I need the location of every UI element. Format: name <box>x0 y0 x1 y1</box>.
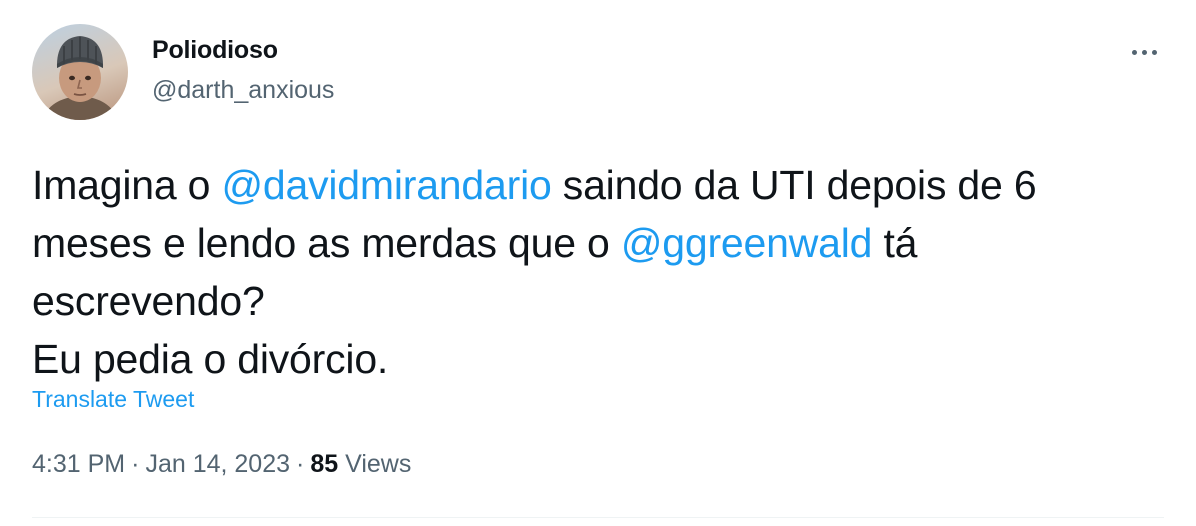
author-avatar[interactable] <box>32 24 128 120</box>
more-options-icon[interactable] <box>1124 40 1164 64</box>
views-count[interactable]: 85 <box>310 450 338 478</box>
translate-tweet-link[interactable]: Translate Tweet <box>32 386 194 413</box>
mention-link-davidmirandario[interactable]: @davidmirandario <box>221 162 551 208</box>
tweet-time[interactable]: 4:31 PM <box>32 450 125 478</box>
tweet-card: Poliodioso @darth_anxious Imagina o @dav… <box>0 0 1196 526</box>
author-handle[interactable]: @darth_anxious <box>152 76 334 105</box>
text-segment: saindo da UTI depois de 6 <box>551 162 1037 208</box>
dot <box>1151 49 1157 55</box>
separator: · <box>296 450 305 478</box>
dot <box>1141 49 1147 55</box>
tweet-date[interactable]: Jan 14, 2023 <box>145 450 290 478</box>
mention-link-ggreenwald[interactable]: @ggreenwald <box>621 220 873 266</box>
text-segment: meses e lendo as merdas que o <box>32 220 621 266</box>
tweet-line-4: Eu pedia o divórcio. <box>32 336 389 382</box>
views-label[interactable]: Views <box>345 450 411 478</box>
tweet-line-2: meses e lendo as merdas que o @ggreenwal… <box>32 214 1172 272</box>
text-segment: Imagina o <box>32 162 222 208</box>
tweet-metadata: 4:31 PM · Jan 14, 2023 · 85 Views <box>32 450 411 479</box>
tweet-line-1: Imagina o @davidmirandario saindo da UTI… <box>32 156 1172 214</box>
text-segment: tá <box>872 220 918 266</box>
cartoon-portrait-avatar-icon <box>42 36 118 120</box>
divider <box>32 517 1164 518</box>
author-display-name[interactable]: Poliodioso <box>152 36 278 65</box>
tweet-line-3: escrevendo? <box>32 278 265 324</box>
tweet-text: Imagina o @davidmirandario saindo da UTI… <box>32 156 1172 388</box>
separator: · <box>131 450 140 478</box>
dot <box>1131 49 1137 55</box>
